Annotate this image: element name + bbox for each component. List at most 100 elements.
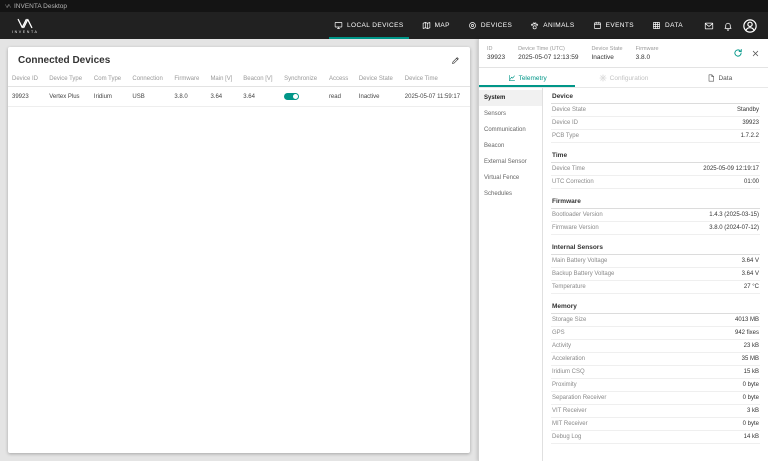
section-memory: MemoryStorage Size4013 MBGPS942 fixesAct… [551, 299, 760, 444]
device-id-group: ID 39923 [487, 46, 505, 61]
table-cell: 3.64 [239, 87, 280, 107]
detail-row: Acceleration 35 MB [551, 353, 760, 366]
detail-row: PCB Type1.7.2.2 [551, 130, 760, 143]
table-row[interactable]: 39923Vertex PlusIridiumUSB3.8.03.643.64r… [8, 87, 470, 107]
edit-pencil-icon[interactable] [451, 56, 460, 65]
device-state-value: Inactive [591, 54, 622, 61]
nav-items: LOCAL DEVICESMAPDEVICES ANIMALS EVENTS DATA [325, 12, 692, 39]
device-state-label: Device State [591, 46, 622, 52]
detail-label: Temperature [552, 284, 586, 290]
detail-value: Standby [737, 107, 759, 113]
nav-item-data[interactable]: DATA [643, 12, 692, 39]
detail-row: Debug Log14 kB [551, 431, 760, 444]
detail-label: Device Time [552, 166, 585, 172]
nav-item-local-devices[interactable]: LOCAL DEVICES [325, 12, 413, 39]
detail-label: Device ID [552, 120, 578, 126]
mail-icon[interactable] [704, 21, 714, 31]
device-firmware-group: Firmware 3.8.0 [636, 46, 659, 61]
device-panel-header: ID 39923 Device Time (UTC) 2025-05-07 12… [479, 39, 768, 68]
column-header-device-type: Device Type [45, 72, 90, 87]
section-title: Internal Sensors [551, 240, 760, 255]
detail-value: 942 fixes [735, 330, 759, 336]
monitor-icon [334, 21, 343, 30]
nav-item-map[interactable]: MAP [413, 12, 459, 39]
inventa-logo-icon [14, 18, 36, 29]
subnav-item-virtual-fence[interactable]: Virtual Fence [479, 170, 542, 186]
subnav-item-beacon[interactable]: Beacon [479, 138, 542, 154]
detail-value: 35 MB [742, 356, 759, 362]
detail-label: Acceleration [552, 356, 585, 362]
detail-value: 0 byte [743, 421, 759, 427]
column-header-device-time: Device Time [401, 72, 470, 87]
detail-value: 0 byte [743, 395, 759, 401]
tab-configuration[interactable]: Configuration [575, 68, 671, 87]
subnav-item-system[interactable]: System [479, 90, 542, 106]
detail-value: 4013 MB [735, 317, 759, 323]
app-window: INVENTA Desktop INVENTA LOCAL DEVICESMAP… [0, 0, 768, 461]
close-icon[interactable] [751, 49, 760, 58]
device-detail-panel: ID 39923 Device Time (UTC) 2025-05-07 12… [478, 39, 768, 461]
tab-telemetry[interactable]: Telemetry [479, 68, 575, 87]
device-firmware-label: Firmware [636, 46, 659, 52]
section-title: Memory [551, 299, 760, 314]
calendar-icon [593, 21, 602, 30]
subnav-item-external-sensor[interactable]: External Sensor [479, 154, 542, 170]
detail-label: MIT Receiver [552, 421, 588, 427]
subnav-item-sensors[interactable]: Sensors [479, 106, 542, 122]
subnav-item-schedules[interactable]: Schedules [479, 186, 542, 202]
column-header-access: Access [325, 72, 355, 87]
detail-row: MIT Receiver 0 byte [551, 418, 760, 431]
column-header-beacon-v: Beacon [V] [239, 72, 280, 87]
detail-row: Activity23 kB [551, 340, 760, 353]
detail-value: 0 byte [743, 382, 759, 388]
detail-row: Temperature27 °C [551, 281, 760, 294]
table-cell-synchronize [280, 87, 325, 107]
table-cell: read [325, 87, 355, 107]
tab-data[interactable]: Data [672, 68, 768, 87]
panel-actions [733, 46, 760, 58]
detail-row: Storage Size4013 MB [551, 314, 760, 327]
device-id-label: ID [487, 46, 505, 52]
nav-item-animals[interactable]: ANIMALS [521, 12, 583, 39]
section-internal-sensors: Internal Sensors Main Battery Voltage 3.64… [551, 240, 760, 294]
section-device: DeviceDevice StateStandbyDevice ID39923P… [551, 89, 760, 143]
table-header-row: Device IDDevice TypeCom TypeConnectionFi… [8, 72, 470, 87]
map-icon [422, 21, 431, 30]
column-header-main-v: Main [V] [206, 72, 239, 87]
notifications-bell-icon[interactable] [723, 21, 733, 31]
detail-value: 1.4.3 (2025-03-15) [709, 212, 759, 218]
table-cell: Iridium [90, 87, 129, 107]
subnav-item-communication[interactable]: Communication [479, 122, 542, 138]
tab-label: Telemetry [519, 75, 547, 82]
nav-right-icons [704, 12, 758, 39]
detail-label: VIT Receiver [552, 408, 587, 414]
nav-item-label: DATA [665, 22, 683, 29]
table-cell: Vertex Plus [45, 87, 90, 107]
synchronize-toggle[interactable] [284, 93, 299, 100]
column-header-firmware: Firmware [170, 72, 206, 87]
nav-item-label: EVENTS [606, 22, 634, 29]
detail-value: 23 kB [744, 343, 759, 349]
gear-icon [599, 74, 607, 82]
device-time-value: 2025-05-07 12:13:59 [518, 54, 578, 61]
column-header-device-state: Device State [355, 72, 401, 87]
detail-value: 39923 [742, 120, 759, 126]
detail-label: Main Battery Voltage [552, 258, 607, 264]
nav-item-events[interactable]: EVENTS [584, 12, 643, 39]
brand-logo: INVENTA [10, 12, 41, 39]
detail-label: Backup Battery Voltage [552, 271, 614, 277]
doc-icon [707, 74, 715, 82]
detail-label: Iridium CSQ [552, 369, 585, 375]
nav-item-devices[interactable]: DEVICES [459, 12, 521, 39]
device-state-group: Device State Inactive [591, 46, 622, 61]
nav-item-label: ANIMALS [543, 22, 574, 29]
detail-label: Separation Receiver [552, 395, 606, 401]
column-header-device-id: Device ID [8, 72, 45, 87]
detail-value: 3.64 V [742, 271, 759, 277]
refresh-icon[interactable] [733, 48, 743, 58]
target-icon [468, 21, 477, 30]
detail-label: Firmware Version [552, 225, 599, 231]
account-avatar-icon[interactable] [742, 18, 758, 34]
detail-label: Device State [552, 107, 586, 113]
detail-row: Iridium CSQ15 kB [551, 366, 760, 379]
